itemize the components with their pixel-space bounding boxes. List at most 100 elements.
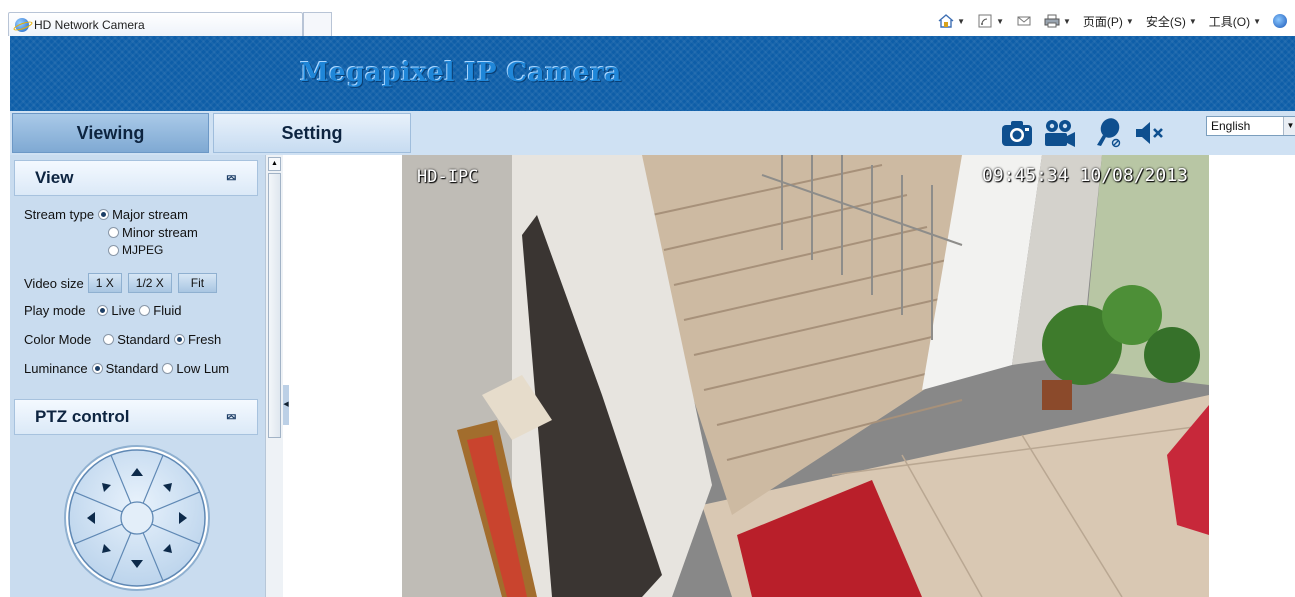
play-option-label: Fluid: [153, 303, 182, 318]
size-1x-button[interactable]: 1 X: [87, 273, 122, 293]
stream-type-row-2: Minor stream: [108, 225, 198, 240]
record-button[interactable]: [1040, 115, 1078, 151]
stream-type-row-3: MJPEG: [108, 243, 163, 257]
safety-menu-label: 安全(S): [1145, 14, 1186, 29]
chevron-down-icon[interactable]: ▼: [1283, 117, 1295, 135]
left-panel: View ⮹ Stream type Major stream Minor st…: [10, 155, 265, 597]
mute-speaker-icon: [1136, 122, 1163, 144]
print-icon: [1044, 14, 1060, 28]
home-button[interactable]: ▼: [938, 14, 965, 28]
play-mode-row: Play mode Live Fluid: [24, 303, 181, 318]
mail-button[interactable]: [1016, 14, 1032, 28]
page-title: Megapixel IP Camera: [300, 58, 622, 88]
stream-option-mjpeg[interactable]: MJPEG: [108, 243, 163, 257]
radio-icon[interactable]: [108, 227, 119, 238]
stream-type-row: Stream type Major stream: [24, 207, 188, 222]
radio-icon[interactable]: [173, 334, 185, 345]
microphone-icon: [1097, 118, 1121, 148]
size-half-button[interactable]: 1/2 X: [127, 273, 172, 293]
size-fit-button[interactable]: Fit: [177, 273, 218, 293]
tab-title: HD Network Camera: [34, 17, 145, 32]
color-option-fresh[interactable]: Fresh: [173, 332, 222, 347]
video-size-row: Video size 1 X 1/2 X Fit: [24, 273, 219, 293]
chevron-down-icon[interactable]: ▼: [1063, 17, 1071, 26]
talk-button[interactable]: [1090, 115, 1128, 151]
language-select[interactable]: English ▼: [1206, 116, 1295, 136]
radio-icon[interactable]: [139, 305, 151, 316]
luminance-option-standard[interactable]: Standard: [91, 361, 159, 376]
tab-setting[interactable]: Setting: [213, 113, 411, 153]
radio-icon[interactable]: [91, 363, 103, 374]
chevron-down-icon: ▼: [1125, 16, 1134, 26]
chevron-down-icon[interactable]: ▼: [957, 17, 965, 26]
nav-bar: Viewing Setting English ▼: [10, 111, 1295, 155]
mail-icon: [1017, 16, 1031, 26]
stream-option-minor[interactable]: Minor stream: [108, 225, 198, 240]
radio-icon[interactable]: [162, 363, 174, 374]
live-video-view[interactable]: HD-IPC 09:45:34 10/08/2013: [402, 155, 1209, 597]
play-option-fluid[interactable]: Fluid: [139, 303, 181, 318]
browser-bar: HD Network Camera ▼ ▼ ▼ 页面(P) ▼ 安全(S) ▼ 工具…: [0, 0, 1295, 36]
chevron-down-icon: ▼: [1253, 16, 1261, 26]
ie-logo-icon: [15, 17, 29, 32]
scroll-thumb[interactable]: [268, 173, 281, 438]
camera-feed-image: [402, 155, 1209, 597]
stream-option-label: Minor stream: [122, 225, 198, 240]
radio-icon[interactable]: [103, 334, 115, 345]
play-option-live[interactable]: Live: [97, 303, 135, 318]
tab-viewing[interactable]: Viewing: [12, 113, 209, 153]
video-camera-icon: [1045, 120, 1075, 147]
ptz-section-title: PTZ control: [35, 407, 130, 426]
luminance-option-label: Standard: [105, 361, 159, 376]
feeds-button[interactable]: ▼: [977, 14, 1004, 28]
chevron-down-icon[interactable]: ▼: [996, 17, 1004, 26]
stream-option-label: Major stream: [112, 207, 188, 222]
color-mode-label: Color Mode: [24, 332, 92, 347]
radio-icon[interactable]: [98, 209, 110, 220]
collapse-up-icon[interactable]: ⮹: [226, 409, 237, 426]
mute-button[interactable]: [1130, 115, 1168, 151]
panel-collapse-handle[interactable]: ◀: [283, 385, 289, 425]
play-option-label: Live: [111, 303, 136, 318]
stream-option-major[interactable]: Major stream: [98, 207, 188, 222]
home-icon: [938, 14, 954, 28]
tools-menu[interactable]: 工具(O) ▼: [1209, 13, 1261, 30]
video-size-label: Video size: [24, 275, 84, 291]
stream-type-label: Stream type: [24, 207, 95, 222]
view-section-title: View: [35, 168, 74, 187]
tools-menu-label: 工具(O): [1208, 14, 1251, 29]
chevron-down-icon: ▼: [1188, 16, 1197, 26]
view-section-header[interactable]: View ⮹: [14, 160, 258, 196]
camera-icon: [1002, 121, 1032, 146]
radio-icon[interactable]: [97, 305, 109, 316]
color-option-label: Fresh: [187, 332, 222, 347]
safety-menu[interactable]: 安全(S) ▼: [1146, 13, 1197, 30]
feeds-icon: [978, 14, 992, 28]
print-button[interactable]: ▼: [1044, 14, 1071, 28]
luminance-label: Luminance: [24, 361, 88, 376]
radio-icon[interactable]: [108, 244, 119, 256]
language-value: English: [1211, 119, 1251, 133]
luminance-option-low[interactable]: Low Lum: [162, 361, 229, 376]
page-menu[interactable]: 页面(P) ▼: [1083, 13, 1134, 30]
play-mode-label: Play mode: [24, 303, 86, 318]
browser-tab[interactable]: HD Network Camera: [8, 12, 303, 36]
osd-timestamp: 09:45:34 10/08/2013: [982, 165, 1188, 186]
collapse-up-icon[interactable]: ⮹: [226, 170, 237, 187]
ptz-center-button[interactable]: [120, 501, 154, 535]
snapshot-button[interactable]: [998, 115, 1036, 151]
luminance-option-label: Low Lum: [176, 361, 230, 376]
color-option-standard[interactable]: Standard: [103, 332, 170, 347]
help-globe-icon[interactable]: [1273, 14, 1287, 28]
color-mode-row: Color Mode Standard Fresh: [24, 332, 221, 347]
scroll-up-arrow-icon[interactable]: ▲: [268, 157, 281, 171]
color-option-label: Standard: [117, 332, 170, 347]
luminance-row: Luminance Standard Low Lum: [24, 361, 229, 376]
header-banner: Megapixel IP Camera: [10, 36, 1295, 111]
osd-camera-name: HD-IPC: [417, 167, 479, 187]
left-panel-scrollbar[interactable]: ▲: [265, 155, 283, 597]
new-tab-button[interactable]: [303, 12, 332, 36]
stream-option-label: MJPEG: [122, 243, 164, 257]
page-menu-label: 页面(P): [1082, 14, 1123, 29]
ptz-section-header[interactable]: PTZ control ⮹: [14, 399, 258, 435]
